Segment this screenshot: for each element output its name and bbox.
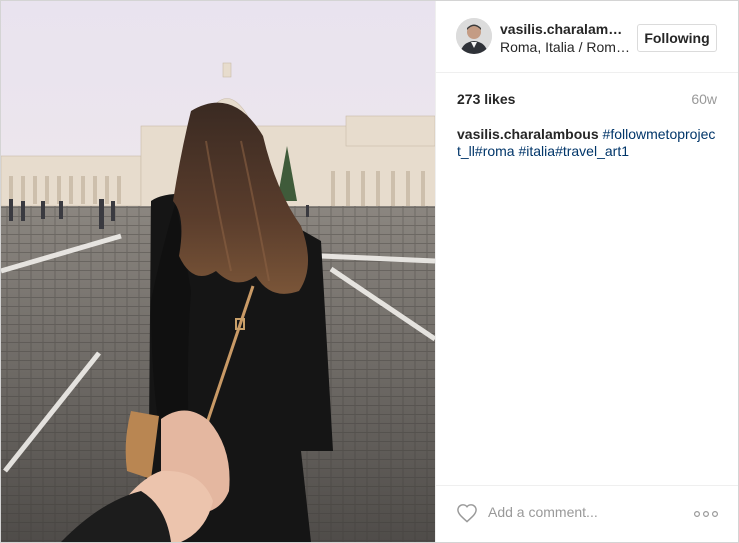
post-photo[interactable] <box>1 1 435 542</box>
post-username[interactable]: vasilis.charalambous <box>500 21 630 38</box>
more-options-icon[interactable] <box>694 510 718 518</box>
post-location[interactable]: Roma, Italia / Roma, Italy <box>500 39 630 56</box>
post-caption: vasilis.charalambous #followmetoproject_… <box>457 126 719 160</box>
following-button[interactable]: Following <box>637 24 717 52</box>
post-image <box>1 1 435 542</box>
avatar[interactable] <box>456 18 492 54</box>
caption-username[interactable]: vasilis.charalambous <box>457 126 599 142</box>
post-header: vasilis.charalambous Roma, Italia / Roma… <box>436 1 738 73</box>
heart-icon[interactable] <box>456 503 478 523</box>
comment-input[interactable] <box>488 502 678 522</box>
hashtag-roma[interactable]: #roma <box>475 143 515 159</box>
post-age[interactable]: 60w <box>691 91 717 107</box>
hashtag-travel-art1[interactable]: #travel_art1 <box>555 143 629 159</box>
post-details-panel: vasilis.charalambous Roma, Italia / Roma… <box>435 1 738 542</box>
post-meta: 273 likes 60w <box>457 91 717 109</box>
hashtag-italia[interactable]: #italia <box>515 143 555 159</box>
comment-bar <box>436 485 738 542</box>
likes-count[interactable]: 273 likes <box>457 91 515 107</box>
post-dialog: vasilis.charalambous Roma, Italia / Roma… <box>0 0 739 543</box>
